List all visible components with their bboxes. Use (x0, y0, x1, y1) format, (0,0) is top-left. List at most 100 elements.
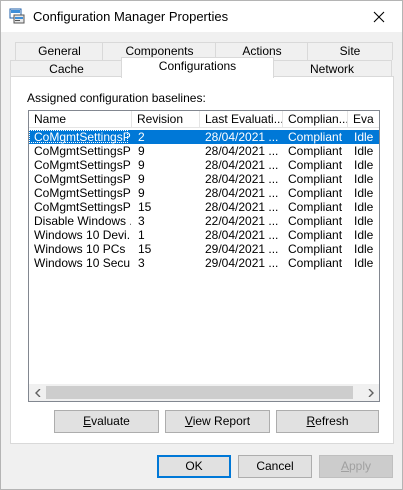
table-cell: Idle (354, 242, 374, 256)
table-cell: Idle (354, 256, 374, 270)
table-cell: Idle (354, 214, 374, 228)
button-label-post: valuate (91, 414, 130, 428)
table-row[interactable]: Windows 10 PCs 15 29/04/2021 ... Compliant I… (29, 242, 379, 256)
table-cell: CoMgmtSettingsPil... (34, 172, 131, 186)
table-cell: Disable Windows ... (34, 214, 131, 228)
table-cell: Idle (354, 158, 374, 172)
table-cell: 3 (138, 214, 145, 228)
tab-label: Cache (49, 62, 84, 76)
column-last-evaluation[interactable]: Last Evaluati... (200, 111, 283, 128)
baselines-list[interactable]: Name Revision Last Evaluati... Complian.… (28, 110, 380, 402)
column-evaluation-state[interactable]: Eva (348, 111, 379, 128)
chevron-right-icon (368, 388, 374, 397)
chevron-left-icon (34, 388, 40, 397)
table-cell: Compliant (288, 256, 343, 270)
properties-dialog: Configuration Manager Properties General… (0, 0, 403, 490)
table-cell: Windows 10 Secu... (34, 256, 131, 270)
table-cell: CoMgmtSettingsPr... (34, 200, 131, 214)
table-cell: 9 (138, 186, 145, 200)
scroll-right-button[interactable] (362, 384, 379, 401)
table-row[interactable]: CoMgmtSettingsPil... 2 28/04/2021 ... Compl… (29, 130, 379, 144)
table-cell: 9 (138, 144, 145, 158)
table-cell: 28/04/2021 ... (205, 186, 279, 200)
table-cell: 28/04/2021 ... (205, 172, 279, 186)
button-label-post: iew Report (192, 414, 251, 428)
table-cell: Compliant (288, 144, 343, 158)
tab-label: Site (339, 44, 361, 58)
table-cell: Idle (354, 144, 374, 158)
horizontal-scrollbar[interactable] (29, 384, 379, 401)
column-revision[interactable]: Revision (132, 111, 200, 128)
table-cell: 29/04/2021 ... (205, 242, 279, 256)
table-cell: Idle (354, 200, 374, 214)
table-cell: Compliant (288, 214, 343, 228)
button-label-accelerator: R (306, 414, 316, 428)
scroll-left-button[interactable] (29, 384, 46, 401)
table-cell: Idle (354, 228, 374, 242)
tab-label: General (38, 44, 81, 58)
table-cell: Compliant (288, 158, 343, 172)
window-title: Configuration Manager Properties (33, 9, 229, 24)
table-row[interactable]: Disable Windows ... 3 22/04/2021 ... Compli… (29, 214, 379, 228)
table-row[interactable]: CoMgmtSettingsPil... 9 28/04/2021 ... Compl… (29, 186, 379, 200)
tab-site[interactable]: Site (307, 42, 393, 60)
apply-button[interactable]: Apply (319, 455, 393, 478)
tab-label: Configurations (158, 59, 237, 73)
table-cell: CoMgmtSettingsPil... (34, 144, 131, 158)
table-cell: 22/04/2021 ... (205, 214, 279, 228)
button-label-post: efresh (315, 414, 349, 428)
table-cell: Compliant (288, 130, 343, 144)
table-row[interactable]: CoMgmtSettingsPil... 9 28/04/2021 ... Compl… (29, 172, 379, 186)
table-cell: 3 (138, 256, 145, 270)
table-cell: 9 (138, 172, 145, 186)
table-cell: 9 (138, 158, 145, 172)
table-cell: 28/04/2021 ... (205, 144, 279, 158)
ok-button[interactable]: OK (157, 455, 231, 478)
table-cell: 28/04/2021 ... (205, 200, 279, 214)
configurations-panel: Assigned configuration baselines: Name R… (10, 76, 394, 444)
button-label-accelerator: E (83, 414, 92, 428)
table-cell: CoMgmtSettingsPil... (34, 130, 131, 144)
table-cell: Compliant (288, 186, 343, 200)
refresh-button[interactable]: Refresh (276, 410, 379, 433)
table-row[interactable]: CoMgmtSettingsPr... 15 28/04/2021 ... Compl… (29, 200, 379, 214)
button-label-accelerator: V (184, 414, 193, 428)
scroll-thumb[interactable] (46, 386, 353, 399)
close-button[interactable] (356, 1, 402, 32)
table-cell: CoMgmtSettingsPil... (34, 186, 131, 200)
table-cell: Idle (354, 186, 374, 200)
table-row[interactable]: CoMgmtSettingsPil... 9 28/04/2021 ... Compl… (29, 144, 379, 158)
table-cell: 28/04/2021 ... (205, 130, 279, 144)
tab-label: Actions (242, 44, 282, 58)
table-cell: 15 (138, 242, 152, 256)
evaluate-button[interactable]: Evaluate (54, 410, 159, 433)
table-cell: CoMgmtSettingsPil... (34, 158, 131, 172)
column-name[interactable]: Name (29, 111, 132, 128)
table-cell: Idle (354, 130, 374, 144)
tab-general[interactable]: General (15, 42, 104, 60)
table-cell: 2 (138, 130, 145, 144)
view-report-button[interactable]: View Report (165, 410, 270, 433)
table-cell: Compliant (288, 200, 343, 214)
button-label-post: pply (349, 459, 372, 473)
table-cell: 28/04/2021 ... (205, 158, 279, 172)
cancel-button[interactable]: Cancel (238, 455, 312, 478)
table-row[interactable]: Windows 10 Devi... 1 28/04/2021 ... Complia… (29, 228, 379, 242)
table-cell: 1 (138, 228, 145, 242)
table-row[interactable]: Windows 10 Secu... 3 29/04/2021 ... Complia… (29, 256, 379, 270)
table-cell: 15 (138, 200, 152, 214)
table-row[interactable]: CoMgmtSettingsPil... 9 28/04/2021 ... Compl… (29, 158, 379, 172)
table-cell: Idle (354, 172, 374, 186)
column-compliance[interactable]: Complian... (283, 111, 348, 128)
title-bar: Configuration Manager Properties (1, 1, 402, 32)
tab-label: Network (309, 62, 354, 76)
button-label-accelerator: A (340, 459, 349, 473)
table-cell: 28/04/2021 ... (205, 228, 279, 242)
table-cell: Windows 10 PCs (34, 242, 126, 256)
table-cell: Windows 10 Devi... (34, 228, 131, 242)
table-cell: Compliant (288, 172, 343, 186)
table-cell: Compliant (288, 242, 343, 256)
tab-configurations[interactable]: Configurations (121, 57, 274, 78)
configuration-manager-icon (9, 8, 25, 24)
table-cell: Compliant (288, 228, 343, 242)
